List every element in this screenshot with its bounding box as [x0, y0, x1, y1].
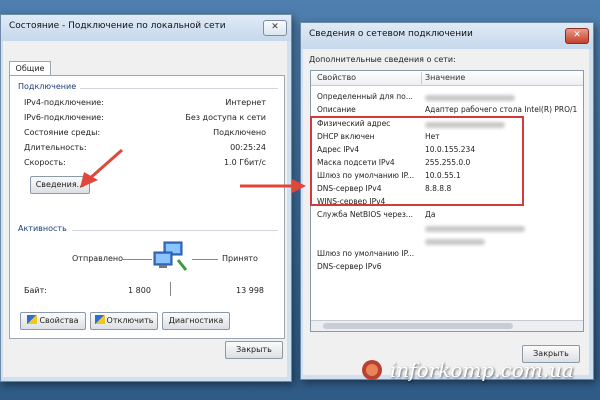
connection-separator — [80, 88, 278, 89]
details-window-title: Сведения о сетевом подключении — [309, 29, 473, 39]
list-item[interactable]: Определенный для по... — [311, 91, 583, 103]
list-header: Свойство Значение — [311, 71, 583, 86]
list-value: Да — [425, 210, 436, 219]
status-close-icon[interactable]: ✕ — [263, 20, 287, 36]
scrollbar-thumb[interactable] — [323, 323, 513, 329]
shield-icon — [94, 315, 105, 324]
arrow-to-details-button-icon — [80, 148, 123, 188]
bytes-received-value: 13 998 — [236, 286, 264, 295]
header-divider — [421, 72, 422, 84]
list-item[interactable] — [311, 235, 583, 247]
bytes-divider — [170, 282, 171, 296]
list-value — [425, 236, 485, 245]
status-body: Общие Подключение IPv4-подключение: Инте… — [3, 41, 287, 377]
status-titlebar[interactable]: Состояние - Подключение по локальной сет… — [1, 15, 291, 41]
ipv6-value: Без доступа к сети — [185, 113, 266, 122]
ipv4-value: Интернет — [225, 98, 266, 107]
properties-button[interactable]: Свойства — [20, 312, 86, 330]
list-item[interactable]: Служба NetBIOS через... Да — [311, 209, 583, 221]
list-item[interactable] — [311, 222, 583, 234]
list-property: Шлюз по умолчанию IP... — [317, 249, 415, 258]
received-label: Принято — [222, 254, 258, 263]
column-value[interactable]: Значение — [425, 73, 465, 82]
list-property: DNS-сервер IPv6 — [317, 262, 382, 271]
disable-button[interactable]: Отключить — [90, 312, 158, 330]
details-subtitle: Дополнительные сведения о сети: — [309, 55, 456, 64]
list-property: Служба NetBIOS через... — [317, 210, 413, 219]
details-titlebar[interactable]: Сведения о сетевом подключении ✕ — [301, 23, 593, 49]
list-property: Определенный для по... — [317, 92, 413, 101]
received-line — [192, 259, 218, 260]
activity-group-label: Активность — [18, 224, 67, 233]
watermark-text: inforkomp.com.ua — [390, 358, 574, 382]
speed-value: 1.0 Гбит/с — [223, 158, 266, 167]
list-item[interactable]: Описание Адаптер рабочего стола Intel(R) … — [311, 104, 583, 116]
diagnostics-button[interactable]: Диагностика — [162, 312, 230, 330]
shield-icon — [27, 315, 38, 324]
tab-general[interactable]: Общие — [9, 61, 51, 76]
list-value: Адаптер рабочего стола Intel(R) PRO/1 — [425, 105, 578, 114]
bytes-label: Байт: — [24, 286, 47, 295]
details-close-icon[interactable]: ✕ — [565, 28, 589, 44]
media-state-value: Подключено — [213, 128, 266, 137]
status-window-title: Состояние - Подключение по локальной сет… — [9, 21, 226, 31]
ipv4-label: IPv4-подключение: — [24, 98, 104, 107]
list-value — [425, 92, 515, 101]
sent-label: Отправлено — [72, 254, 124, 263]
bytes-sent-value: 1 800 — [128, 286, 151, 295]
list-property: Описание — [317, 105, 356, 114]
list-value — [425, 223, 525, 232]
media-state-label: Состояние среды: — [24, 128, 101, 137]
connection-group-label: Подключение — [18, 82, 77, 91]
list-item[interactable]: DNS-сервер IPv6 — [311, 261, 583, 273]
list-item[interactable]: Шлюз по умолчанию IP... — [311, 248, 583, 260]
ipv6-label: IPv6-подключение: — [24, 113, 104, 122]
properties-button-label: Свойства — [39, 316, 79, 325]
horizontal-scrollbar[interactable] — [311, 320, 583, 331]
activity-separator — [72, 230, 278, 231]
disable-button-label: Отключить — [106, 316, 154, 325]
general-panel: Подключение IPv4-подключение: Интернет I… — [9, 75, 285, 339]
highlight-box — [310, 116, 524, 206]
status-close-button[interactable]: Закрыть — [225, 341, 283, 359]
logo-icon — [362, 360, 382, 380]
network-computers-icon — [153, 241, 188, 271]
sent-line — [122, 259, 152, 260]
duration-value: 00:25:24 — [230, 143, 266, 152]
speed-label: Скорость: — [24, 158, 66, 167]
column-property[interactable]: Свойство — [317, 73, 356, 82]
arrow-to-details-list-icon — [240, 179, 306, 193]
